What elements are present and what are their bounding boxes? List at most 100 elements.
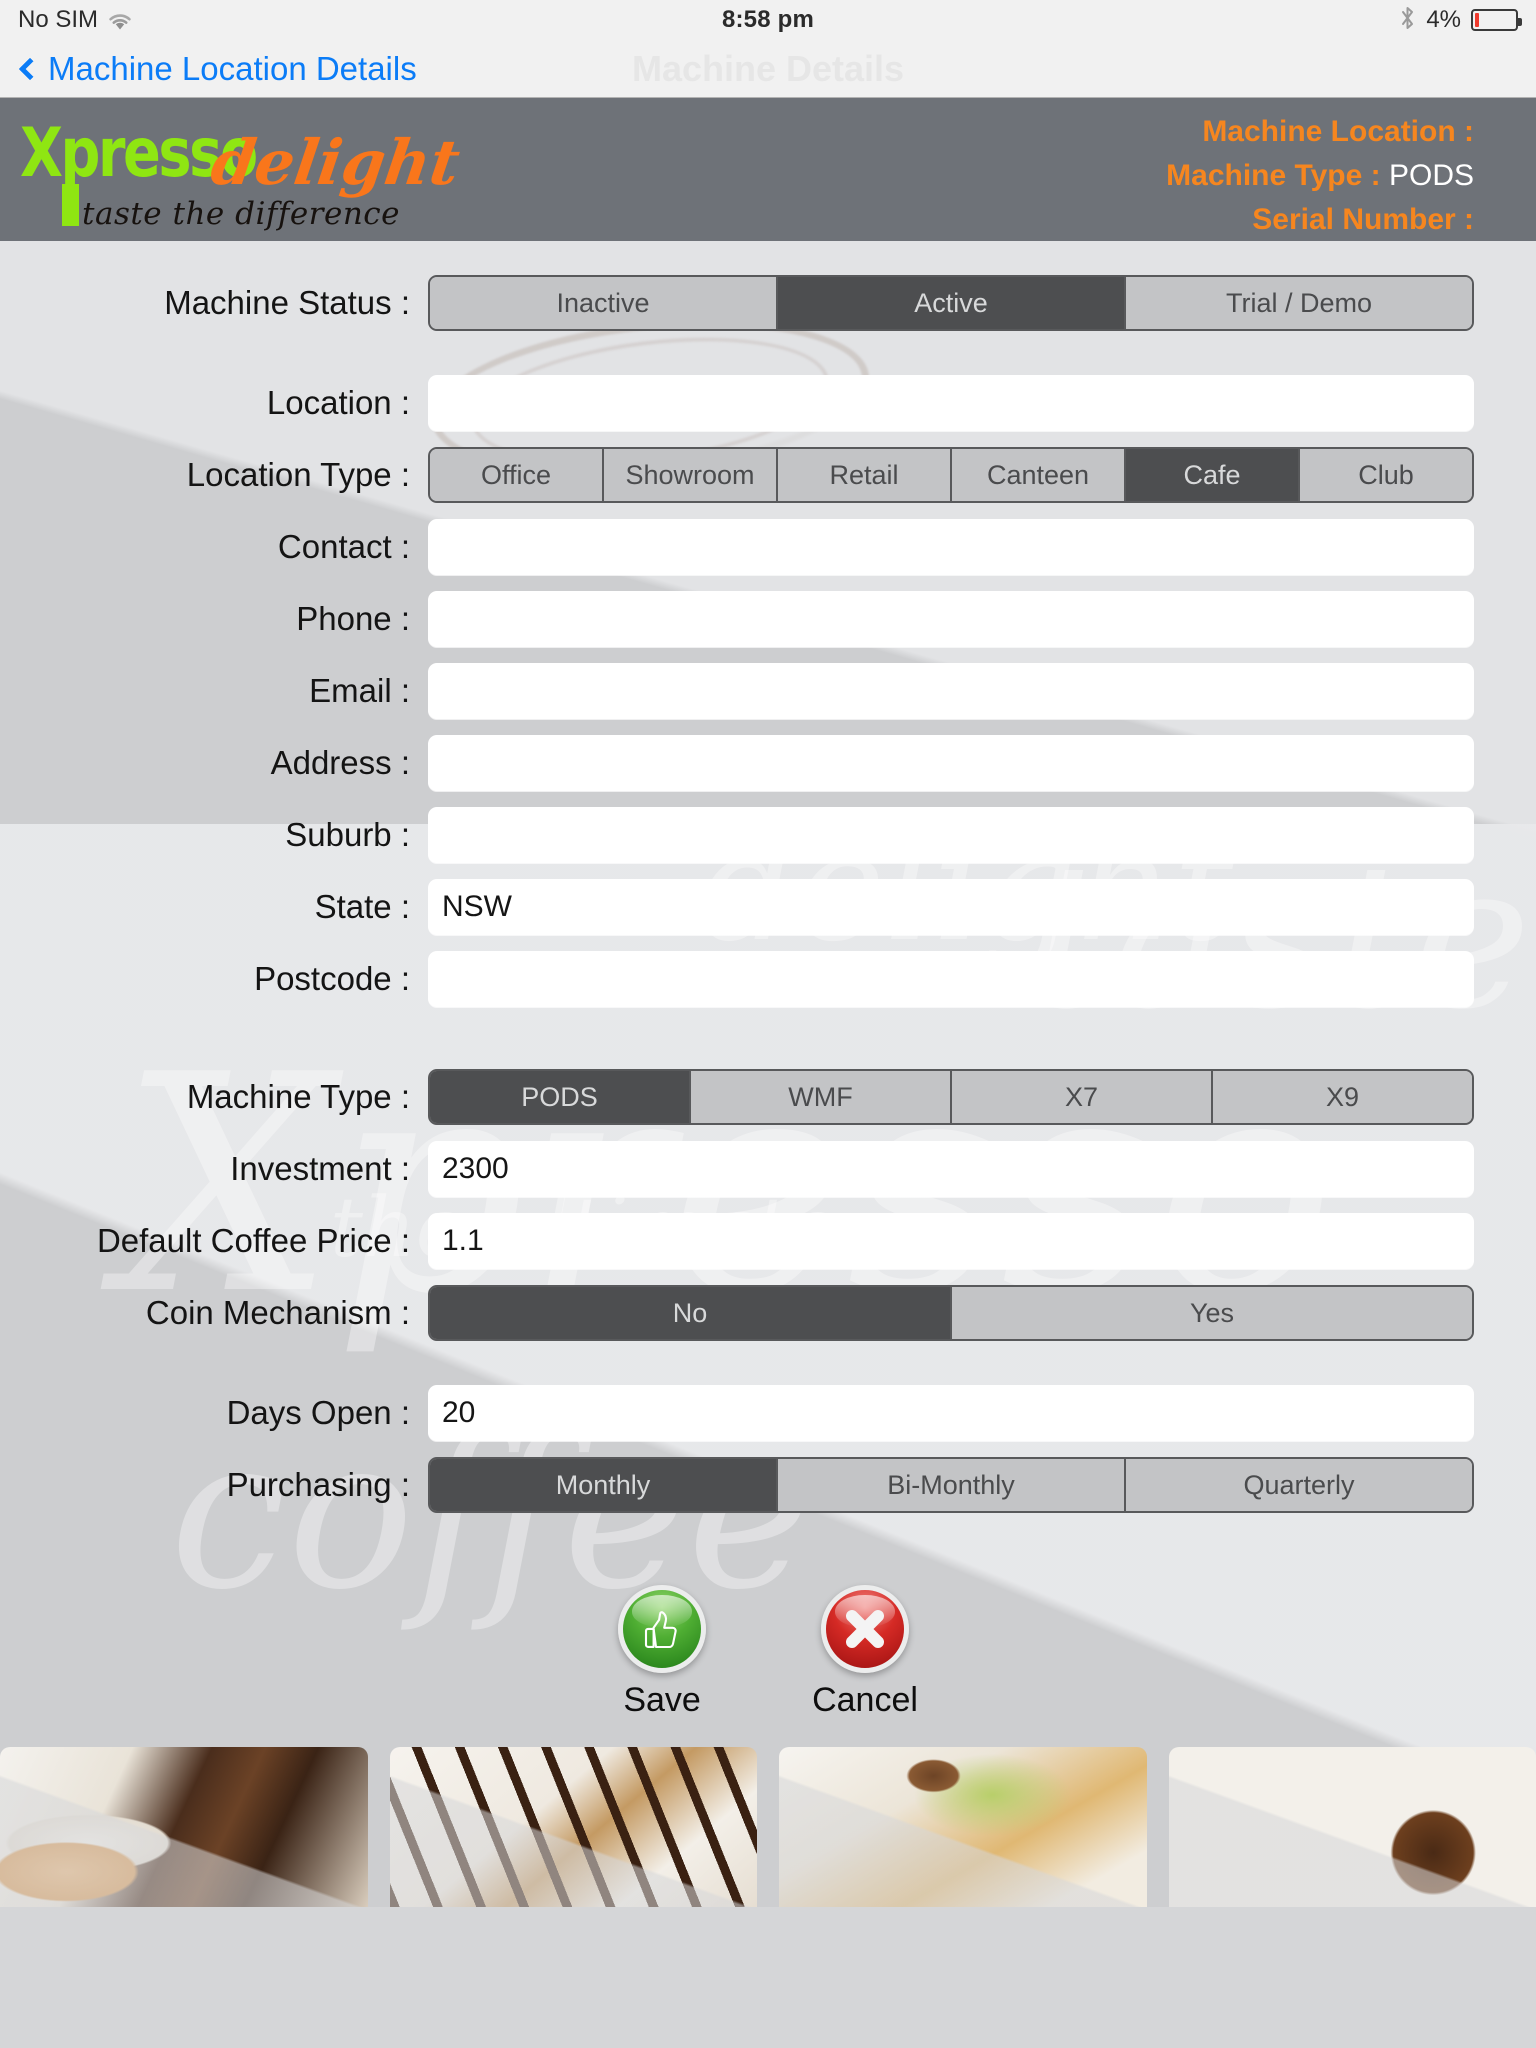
row-postcode: Postcode : xyxy=(0,951,1536,1007)
machine-type-label: Machine Type : xyxy=(186,1078,410,1115)
investment-input[interactable] xyxy=(428,1141,1474,1197)
back-button-label: Machine Location Details xyxy=(48,49,417,87)
contact-label: Contact : xyxy=(277,528,410,565)
battery-percent-label: 4% xyxy=(1426,6,1461,33)
row-contact: Contact : xyxy=(0,519,1536,575)
state-input[interactable] xyxy=(428,879,1474,935)
default-coffee-price-input[interactable] xyxy=(428,1213,1474,1269)
machine-type-segmented-control[interactable]: PODS WMF X7 X9 xyxy=(428,1069,1474,1125)
logo-secondary-text: delight xyxy=(206,126,465,199)
days-open-input[interactable] xyxy=(428,1385,1474,1441)
segment-active[interactable]: Active xyxy=(778,277,1126,329)
save-button-circle xyxy=(618,1585,707,1673)
row-days-open: Days Open : xyxy=(0,1385,1536,1441)
save-button[interactable]: Save xyxy=(618,1585,707,1720)
email-input[interactable] xyxy=(428,663,1474,719)
postcode-label: Postcode : xyxy=(254,960,410,997)
segment-club[interactable]: Club xyxy=(1300,449,1472,501)
suburb-label: Suburb : xyxy=(285,816,410,853)
navigation-bar: Machine Location Details Machine Details xyxy=(0,40,1536,98)
row-purchasing: Purchasing : Monthly Bi-Monthly Quarterl… xyxy=(0,1457,1536,1513)
segment-retail[interactable]: Retail xyxy=(778,449,952,501)
segment-canteen[interactable]: Canteen xyxy=(952,449,1126,501)
postcode-input[interactable] xyxy=(428,951,1474,1007)
row-suburb: Suburb : xyxy=(0,807,1536,863)
investment-label: Investment : xyxy=(230,1150,410,1187)
segment-inactive[interactable]: Inactive xyxy=(430,277,778,329)
email-label: Email : xyxy=(309,672,410,709)
row-phone: Phone : xyxy=(0,591,1536,647)
machine-type-header-value: PODS xyxy=(1388,158,1474,192)
clock-label: 8:58 pm xyxy=(721,6,815,33)
save-button-label: Save xyxy=(623,1681,701,1719)
chevron-left-icon xyxy=(18,57,42,80)
purchasing-segmented-control[interactable]: Monthly Bi-Monthly Quarterly xyxy=(428,1457,1474,1513)
form-stage: Xpresso taste of the ultimate coffee del… xyxy=(0,241,1536,1907)
form-actions: Save Cancel xyxy=(0,1585,1536,1720)
row-machine-type: Machine Type : PODS WMF X7 X9 xyxy=(0,1069,1536,1125)
cancel-button-circle xyxy=(821,1585,909,1673)
location-type-segmented-control[interactable]: Office Showroom Retail Canteen Cafe Club xyxy=(428,447,1474,503)
coin-mechanism-segmented-control[interactable]: No Yes xyxy=(428,1285,1474,1341)
bluetooth-icon xyxy=(1399,5,1416,35)
segment-cafe[interactable]: Cafe xyxy=(1126,449,1300,501)
days-open-label: Days Open : xyxy=(226,1394,410,1431)
latte-art-photo xyxy=(0,1747,368,1907)
location-type-label: Location Type : xyxy=(186,456,410,493)
serial-number-label: Serial Number : xyxy=(1252,202,1474,236)
segment-wmf[interactable]: WMF xyxy=(691,1071,952,1123)
cancel-button[interactable]: Cancel xyxy=(812,1585,918,1720)
serial-number-row: Serial Number : xyxy=(1166,198,1474,242)
xpresso-delight-logo: Xpresso delight taste the difference xyxy=(16,110,464,233)
cancel-button-label: Cancel xyxy=(812,1681,918,1719)
row-location-type: Location Type : Office Showroom Retail C… xyxy=(0,447,1536,503)
status-bar: No SIM 8:58 pm 4% xyxy=(0,0,1536,40)
machine-info-block: Machine Location : Machine Type : PODS S… xyxy=(1166,110,1474,241)
machine-type-row: Machine Type : PODS xyxy=(1166,154,1474,198)
purchasing-label: Purchasing : xyxy=(226,1466,410,1503)
segment-pods[interactable]: PODS xyxy=(430,1071,691,1123)
segment-coin-no[interactable]: No xyxy=(430,1287,952,1339)
machine-status-label: Machine Status : xyxy=(164,284,410,321)
row-investment: Investment : xyxy=(0,1141,1536,1197)
thumbs-up-icon xyxy=(623,1590,701,1668)
address-label: Address : xyxy=(270,744,410,781)
segment-trial-demo[interactable]: Trial / Demo xyxy=(1126,277,1472,329)
machine-location-label: Machine Location : xyxy=(1202,115,1474,148)
segment-office[interactable]: Office xyxy=(430,449,604,501)
segment-showroom[interactable]: Showroom xyxy=(604,449,778,501)
brand-header: Xpresso delight taste the difference Mac… xyxy=(0,98,1536,241)
cappuccino-photo xyxy=(779,1747,1147,1907)
close-x-icon xyxy=(826,1590,904,1668)
phone-input[interactable] xyxy=(428,591,1474,647)
coin-mechanism-label: Coin Mechanism : xyxy=(145,1294,410,1331)
segment-quarterly[interactable]: Quarterly xyxy=(1126,1459,1472,1511)
row-coin-mechanism: Coin Mechanism : No Yes xyxy=(0,1285,1536,1341)
machine-details-form: Machine Status : Inactive Active Trial /… xyxy=(0,241,1536,1720)
row-email: Email : xyxy=(0,663,1536,719)
location-input[interactable] xyxy=(428,375,1474,431)
row-address: Address : xyxy=(0,735,1536,791)
machine-status-segmented-control[interactable]: Inactive Active Trial / Demo xyxy=(428,275,1474,331)
location-label: Location : xyxy=(266,384,410,421)
chocolate-drizzle-photo xyxy=(389,1747,757,1907)
machine-type-header-label: Machine Type : xyxy=(1166,158,1381,192)
segment-x9[interactable]: X9 xyxy=(1213,1071,1472,1123)
suburb-input[interactable] xyxy=(428,807,1474,863)
row-state: State : xyxy=(0,879,1536,935)
segment-coin-yes[interactable]: Yes xyxy=(952,1287,1472,1339)
default-coffee-price-label: Default Coffee Price : xyxy=(96,1222,410,1259)
segment-monthly[interactable]: Monthly xyxy=(430,1459,778,1511)
segment-bi-monthly[interactable]: Bi-Monthly xyxy=(778,1459,1126,1511)
contact-input[interactable] xyxy=(428,519,1474,575)
row-location: Location : xyxy=(0,375,1536,431)
coffee-beans-photo xyxy=(1168,1747,1536,1907)
back-button[interactable]: Machine Location Details xyxy=(18,49,417,88)
machine-location-row: Machine Location : xyxy=(1166,110,1474,154)
address-input[interactable] xyxy=(428,735,1474,791)
status-bar-right: 4% xyxy=(1399,5,1522,35)
segment-x7[interactable]: X7 xyxy=(952,1071,1213,1123)
coffee-photo-strip xyxy=(0,1747,1536,1907)
row-machine-status: Machine Status : Inactive Active Trial /… xyxy=(0,275,1536,331)
battery-icon xyxy=(1471,9,1522,31)
